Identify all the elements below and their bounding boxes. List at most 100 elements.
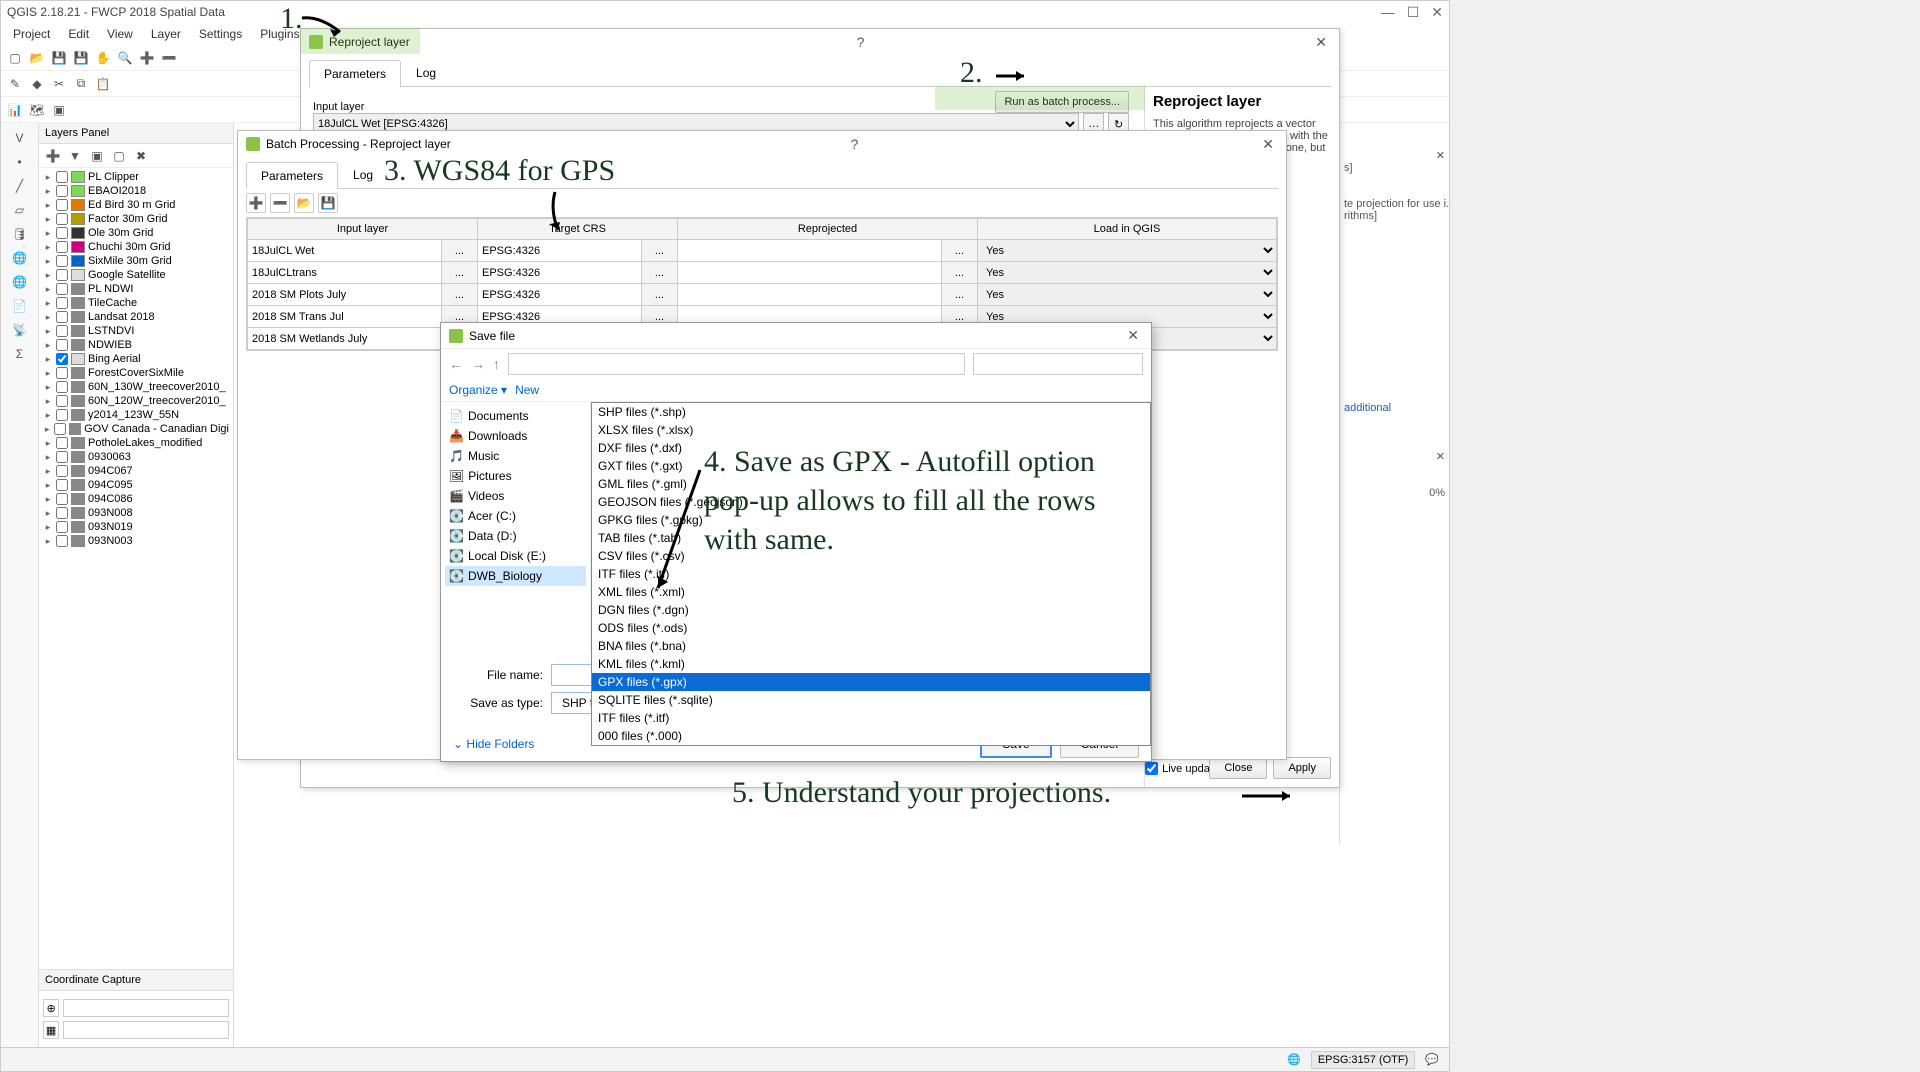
- layer-item[interactable]: ▸093N019: [41, 520, 231, 534]
- collapse-icon[interactable]: ▢: [109, 146, 129, 166]
- filetype-option[interactable]: GEOJSON files (*.geojson): [592, 493, 1150, 511]
- layer-item[interactable]: ▸0930063: [41, 450, 231, 464]
- close-button[interactable]: Close: [1209, 757, 1267, 779]
- menu-edit[interactable]: Edit: [60, 25, 97, 43]
- layer-item[interactable]: ▸60N_130W_treecover2010_: [41, 380, 231, 394]
- file-list[interactable]: SHP files (*.shp)XLSX files (*.xlsx)DXF …: [591, 402, 1151, 652]
- rep-button[interactable]: ...: [941, 262, 977, 283]
- tree-item[interactable]: 🎵Music: [445, 446, 586, 466]
- layer-item[interactable]: ▸093N003: [41, 534, 231, 548]
- layer-item[interactable]: ▸Chuchi 30m Grid: [41, 240, 231, 254]
- tree-item[interactable]: 🎬Videos: [445, 486, 586, 506]
- filetype-option[interactable]: TAB files (*.tab): [592, 529, 1150, 547]
- rep-button[interactable]: ...: [941, 284, 977, 305]
- filetype-dropdown[interactable]: SHP files (*.shp)XLSX files (*.xlsx)DXF …: [591, 402, 1151, 746]
- menu-view[interactable]: View: [99, 25, 141, 43]
- wms-icon[interactable]: 🌐: [9, 247, 31, 269]
- batch-crs[interactable]: [478, 284, 641, 305]
- globe-icon[interactable]: 🌐: [1287, 1053, 1301, 1066]
- layer-item[interactable]: ▸GOV Canada - Canadian Digi: [41, 422, 231, 436]
- filetype-option[interactable]: DXF files (*.dxf): [592, 439, 1150, 457]
- log-icon[interactable]: 💬: [1425, 1053, 1439, 1066]
- save-icon[interactable]: 💾: [49, 48, 69, 68]
- wfs-icon[interactable]: 🌐: [9, 271, 31, 293]
- layer-item[interactable]: ▸093N008: [41, 506, 231, 520]
- filetype-option[interactable]: CSV files (*.csv): [592, 547, 1150, 565]
- layer-item[interactable]: ▸Ole 30m Grid: [41, 226, 231, 240]
- tree-item[interactable]: 💽Acer (C:): [445, 506, 586, 526]
- rep-button[interactable]: ...: [941, 240, 977, 261]
- up-icon[interactable]: ↑: [493, 356, 500, 372]
- new-icon[interactable]: ▢: [5, 48, 25, 68]
- point-icon[interactable]: •: [9, 151, 31, 173]
- path-bar[interactable]: [508, 353, 965, 375]
- back-icon[interactable]: ←: [449, 356, 463, 372]
- layer-item[interactable]: ▸PotholeLakes_modified: [41, 436, 231, 450]
- layer-item[interactable]: ▸094C067: [41, 464, 231, 478]
- rp-link[interactable]: additional: [1344, 402, 1445, 414]
- layer-item[interactable]: ▸PL NDWI: [41, 282, 231, 296]
- remove-icon[interactable]: ✖: [131, 146, 151, 166]
- filetype-option[interactable]: SHP files (*.shp): [592, 403, 1150, 421]
- apply-button[interactable]: Apply: [1273, 757, 1331, 779]
- layer-item[interactable]: ▸EBAOI2018: [41, 184, 231, 198]
- crs-button[interactable]: ...: [641, 240, 677, 261]
- search-input[interactable]: [973, 353, 1143, 375]
- fwd-icon[interactable]: →: [471, 356, 485, 372]
- help-icon[interactable]: ?: [853, 34, 869, 50]
- layer-item[interactable]: ▸Factor 30m Grid: [41, 212, 231, 226]
- open-batch-icon[interactable]: 📂: [294, 193, 314, 213]
- batch-rep[interactable]: [678, 284, 941, 305]
- batch-load[interactable]: Yes: [978, 262, 1276, 283]
- zoom-icon[interactable]: 🔍: [115, 48, 135, 68]
- layer-icon[interactable]: 📊: [5, 100, 25, 120]
- layer-item[interactable]: ▸TileCache: [41, 296, 231, 310]
- crs-button[interactable]: ...: [641, 284, 677, 305]
- tab-log[interactable]: Log: [338, 161, 388, 188]
- browse-button[interactable]: ...: [441, 284, 477, 305]
- tree-item[interactable]: 📥Downloads: [445, 426, 586, 446]
- filetype-option[interactable]: ITF files (*.itf): [592, 709, 1150, 727]
- db-icon[interactable]: 🛢: [9, 223, 31, 245]
- layer-item[interactable]: ▸NDWIEB: [41, 338, 231, 352]
- v-icon[interactable]: V: [9, 127, 31, 149]
- remove-row-icon[interactable]: ➖: [270, 193, 290, 213]
- zoomout-icon[interactable]: ➖: [159, 48, 179, 68]
- layer-item[interactable]: ▸SixMile 30m Grid: [41, 254, 231, 268]
- node-icon[interactable]: ◆: [27, 74, 47, 94]
- batch-rep[interactable]: [678, 240, 941, 261]
- filetype-option[interactable]: GPX files (*.gpx): [592, 673, 1150, 691]
- filetype-option[interactable]: GXT files (*.gxt): [592, 457, 1150, 475]
- raster-icon[interactable]: 🗺: [27, 100, 47, 120]
- open-icon[interactable]: 📂: [27, 48, 47, 68]
- batch-input[interactable]: [248, 328, 441, 349]
- filetype-option[interactable]: DGN files (*.dgn): [592, 601, 1150, 619]
- layer-item[interactable]: ▸Ed Bird 30 m Grid: [41, 198, 231, 212]
- maximize-icon[interactable]: ☐: [1407, 4, 1420, 21]
- copy-icon[interactable]: ⧉: [71, 74, 91, 94]
- browse-button[interactable]: ...: [441, 262, 477, 283]
- gps-icon[interactable]: 📡: [9, 319, 31, 341]
- calc-icon[interactable]: Σ: [9, 343, 31, 365]
- layers-tree[interactable]: ▸PL Clipper▸EBAOI2018▸Ed Bird 30 m Grid▸…: [39, 168, 233, 969]
- tree-item[interactable]: 💽Data (D:): [445, 526, 586, 546]
- run-batch-button[interactable]: Run as batch process...: [995, 91, 1129, 113]
- coord-input-2[interactable]: [63, 1021, 229, 1039]
- filter-icon[interactable]: ▼: [65, 146, 85, 166]
- target-icon[interactable]: ⊕: [43, 999, 59, 1017]
- batch-input[interactable]: [248, 284, 441, 305]
- filetype-option[interactable]: XML files (*.xml): [592, 583, 1150, 601]
- tree-item[interactable]: 💽Local Disk (E:): [445, 546, 586, 566]
- pan-icon[interactable]: ✋: [93, 48, 113, 68]
- batch-crs[interactable]: [478, 240, 641, 261]
- filetype-option[interactable]: KML files (*.kml): [592, 655, 1150, 673]
- saveas-icon[interactable]: 💾: [71, 48, 91, 68]
- minimize-icon[interactable]: —: [1381, 4, 1395, 21]
- filetype-option[interactable]: GPKG files (*.gpkg): [592, 511, 1150, 529]
- add-group-icon[interactable]: ➕: [43, 146, 63, 166]
- tree-item[interactable]: 🖼Pictures: [445, 466, 586, 486]
- browse-button[interactable]: ...: [441, 240, 477, 261]
- layer-item[interactable]: ▸y2014_123W_55N: [41, 408, 231, 422]
- menu-project[interactable]: Project: [5, 25, 58, 43]
- cut-icon[interactable]: ✂: [49, 74, 69, 94]
